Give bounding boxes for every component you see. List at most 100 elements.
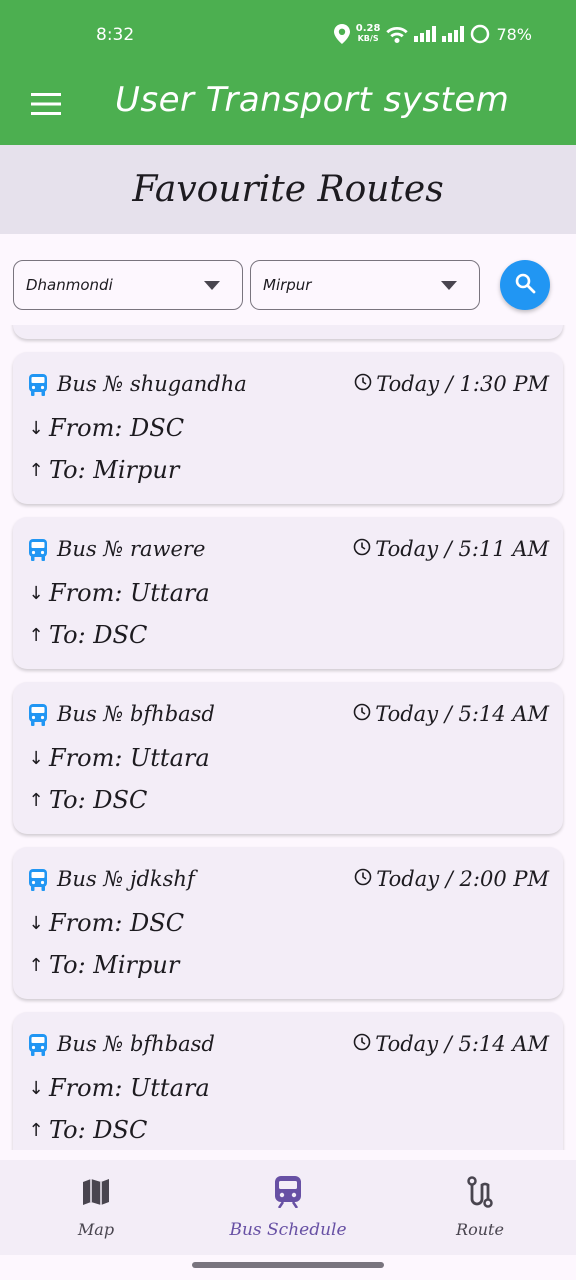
to-text: To: Mirpur (49, 456, 180, 484)
time-text: Today / 5:14 AM (375, 702, 549, 726)
route-card[interactable]: Bus № jdkshf Today / 2:00 PM ↓ From: DSC… (13, 847, 563, 999)
arrow-down-icon: ↓ (28, 747, 44, 769)
nav-label-route: Route (456, 1220, 504, 1239)
bus-number: Bus № shugandha (57, 372, 247, 396)
arrow-down-icon: ↓ (28, 1077, 44, 1099)
arrow-down-icon: ↓ (28, 417, 44, 439)
bus-icon (28, 374, 48, 400)
from-text: From: DSC (49, 909, 185, 937)
from-line: ↓ From: Uttara (27, 579, 210, 607)
bus-number: Bus № bfhbasd (57, 702, 215, 726)
bus-icon (28, 1034, 48, 1060)
partial-route-card[interactable] (13, 325, 563, 339)
net-speed: 0.28 KB/S (356, 24, 381, 44)
to-text: To: DSC (49, 1116, 148, 1144)
net-speed-unit: KB/S (357, 34, 379, 43)
from-line: ↓ From: DSC (27, 414, 184, 442)
nav-item-map[interactable]: Map (0, 1160, 192, 1255)
clock-icon (353, 537, 371, 561)
map-icon (81, 1176, 111, 1208)
app-bar: 8:32 0.28 KB/S 78% User Transport system (0, 0, 576, 145)
from-text: From: Uttara (49, 1074, 210, 1102)
app-title: User Transport system (115, 80, 510, 120)
section-header: Favourite Routes (0, 145, 576, 234)
arrow-down-icon: ↓ (28, 912, 44, 934)
search-icon (514, 272, 536, 298)
route-card[interactable]: Bus № bfhbasd Today / 5:14 AM ↓ From: Ut… (13, 1012, 563, 1150)
to-text: To: DSC (49, 621, 148, 649)
arrow-up-icon: ↑ (28, 789, 44, 811)
to-text: To: Mirpur (49, 951, 180, 979)
dropdown-arrow-icon (204, 281, 220, 290)
schedule-time: Today / 2:00 PM (354, 867, 549, 891)
battery-icon (470, 24, 490, 44)
route-card[interactable]: Bus № rawere Today / 5:11 AM ↓ From: Utt… (13, 517, 563, 669)
nav-label-bus-schedule: Bus Schedule (229, 1220, 347, 1240)
nav-label-map: Map (77, 1220, 115, 1239)
from-line: ↓ From: Uttara (27, 1074, 210, 1102)
gesture-bar[interactable] (192, 1262, 384, 1268)
filter-bar: Dhanmondi Mirpur (0, 234, 576, 334)
time-text: Today / 1:30 PM (376, 372, 549, 396)
clock-icon (354, 867, 372, 891)
toolbar: User Transport system (0, 72, 576, 145)
bus-number: Bus № jdkshf (57, 867, 195, 891)
train-icon (274, 1176, 302, 1208)
from-dropdown[interactable]: Dhanmondi (13, 260, 243, 310)
location-icon (333, 24, 350, 44)
arrow-up-icon: ↑ (28, 1119, 44, 1141)
to-line: ↑ To: DSC (27, 786, 147, 814)
clock-icon (354, 372, 372, 396)
to-line: ↑ To: Mirpur (27, 951, 179, 979)
nav-item-route[interactable]: Route (384, 1160, 576, 1255)
schedule-time: Today / 5:14 AM (353, 702, 549, 726)
menu-button[interactable] (24, 84, 68, 128)
bus-icon (28, 539, 48, 565)
from-dropdown-value: Dhanmondi (26, 276, 113, 294)
to-line: ↑ To: Mirpur (27, 456, 179, 484)
schedule-time: Today / 5:14 AM (353, 1032, 549, 1056)
to-line: ↑ To: DSC (27, 1116, 147, 1144)
net-speed-value: 0.28 (355, 23, 381, 34)
from-line: ↓ From: DSC (27, 909, 184, 937)
status-icons: 0.28 KB/S 78% (333, 24, 532, 44)
to-line: ↑ To: DSC (27, 621, 147, 649)
arrow-down-icon: ↓ (28, 582, 44, 604)
page-title: Favourite Routes (132, 169, 444, 210)
arrow-up-icon: ↑ (28, 954, 44, 976)
time-text: Today / 5:11 AM (375, 537, 549, 561)
from-text: From: DSC (49, 414, 185, 442)
clock-icon (353, 702, 371, 726)
bus-icon (28, 704, 48, 730)
route-icon (465, 1176, 495, 1208)
to-text: To: DSC (49, 786, 148, 814)
arrow-up-icon: ↑ (28, 624, 44, 646)
from-text: From: Uttara (49, 744, 210, 772)
from-line: ↓ From: Uttara (27, 744, 210, 772)
bus-icon (28, 869, 48, 895)
time-text: Today / 5:14 AM (375, 1032, 549, 1056)
arrow-up-icon: ↑ (28, 459, 44, 481)
from-text: From: Uttara (49, 579, 210, 607)
wifi-icon (386, 25, 409, 43)
dropdown-arrow-icon (441, 281, 457, 290)
to-dropdown-value: Mirpur (263, 276, 312, 294)
search-button[interactable] (500, 260, 550, 310)
signal-icon-2 (442, 26, 465, 42)
schedule-time: Today / 5:11 AM (353, 537, 549, 561)
time-text: Today / 2:00 PM (376, 867, 549, 891)
signal-icon-1 (414, 26, 437, 42)
nav-item-bus-schedule[interactable]: Bus Schedule (192, 1160, 384, 1255)
route-card[interactable]: Bus № shugandha Today / 1:30 PM ↓ From: … (13, 352, 563, 504)
route-card[interactable]: Bus № bfhbasd Today / 5:14 AM ↓ From: Ut… (13, 682, 563, 834)
bus-number: Bus № bfhbasd (57, 1032, 215, 1056)
battery-percent: 78% (496, 24, 532, 44)
bus-number: Bus № rawere (57, 537, 206, 561)
route-list[interactable]: Bus № shugandha Today / 1:30 PM ↓ From: … (0, 325, 576, 1150)
schedule-time: Today / 1:30 PM (354, 372, 549, 396)
clock-icon (353, 1032, 371, 1056)
bottom-navigation: Map Bus Schedule Route (0, 1160, 576, 1255)
hamburger-icon (31, 93, 61, 119)
to-dropdown[interactable]: Mirpur (250, 260, 480, 310)
status-bar: 8:32 0.28 KB/S 78% (0, 0, 576, 72)
